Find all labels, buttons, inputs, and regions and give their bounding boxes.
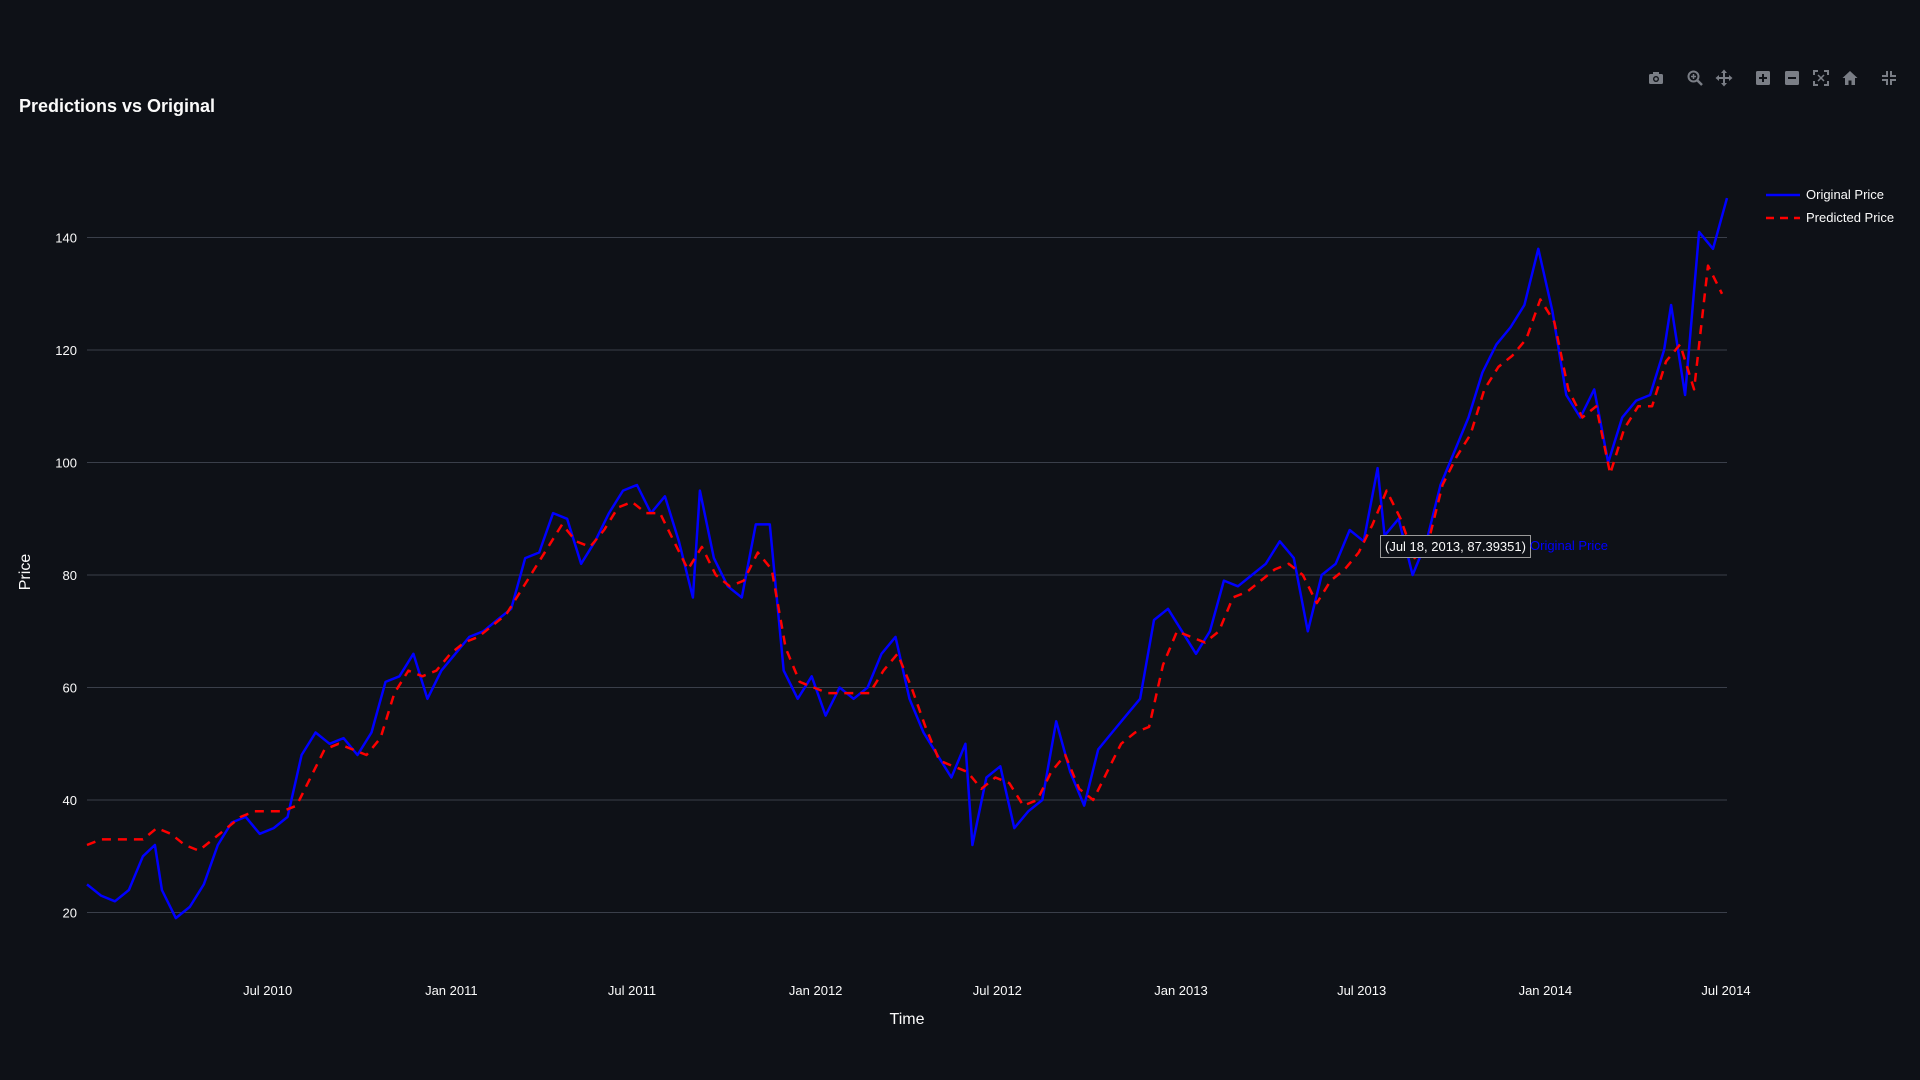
hover-tooltip: (Jul 18, 2013, 87.39351) (1380, 535, 1531, 558)
series-line-0[interactable] (86, 197, 1729, 920)
series-line-1[interactable] (86, 264, 1724, 852)
y-tick-label-120: 120 (55, 343, 77, 358)
x-tick-label-5: Jan 2013 (1154, 983, 1208, 998)
x-axis-title: Time (890, 1011, 925, 1028)
y-tick-label-140: 140 (55, 231, 77, 246)
y-axis-title: Price (17, 554, 34, 591)
x-tick-label-8: Jul 2014 (1701, 983, 1750, 998)
series-lines (86, 197, 1729, 920)
y-tick-label-20: 20 (63, 906, 77, 921)
y-tick-label-60: 60 (63, 681, 77, 696)
x-tick-label-3: Jan 2012 (789, 983, 843, 998)
x-tick-label-6: Jul 2013 (1337, 983, 1386, 998)
x-tick-label-0: Jul 2010 (243, 983, 292, 998)
x-tick-label-1: Jan 2011 (425, 983, 478, 998)
y-tick-label-40: 40 (63, 793, 77, 808)
x-tick-label-4: Jul 2012 (973, 983, 1022, 998)
x-axis-ticks: Jul 2010 Jan 2011 Jul 2011 Jan 2012 Jul 2012… (243, 983, 1750, 998)
hover-series-name: Original Price (1530, 538, 1609, 553)
y-tick-label-100: 100 (55, 456, 77, 471)
x-tick-label-2: Jul 2011 (608, 983, 656, 998)
y-tick-label-80: 80 (63, 568, 77, 583)
y-axis-ticks: 20 40 60 80 100 120 140 (55, 231, 77, 921)
x-tick-label-7: Jan 2014 (1519, 983, 1573, 998)
chart-plot[interactable]: 20406080100120140 Jul 2010 Jan 2011 Jul 20… (0, 0, 1920, 1080)
grid-lines (87, 237, 1727, 913)
